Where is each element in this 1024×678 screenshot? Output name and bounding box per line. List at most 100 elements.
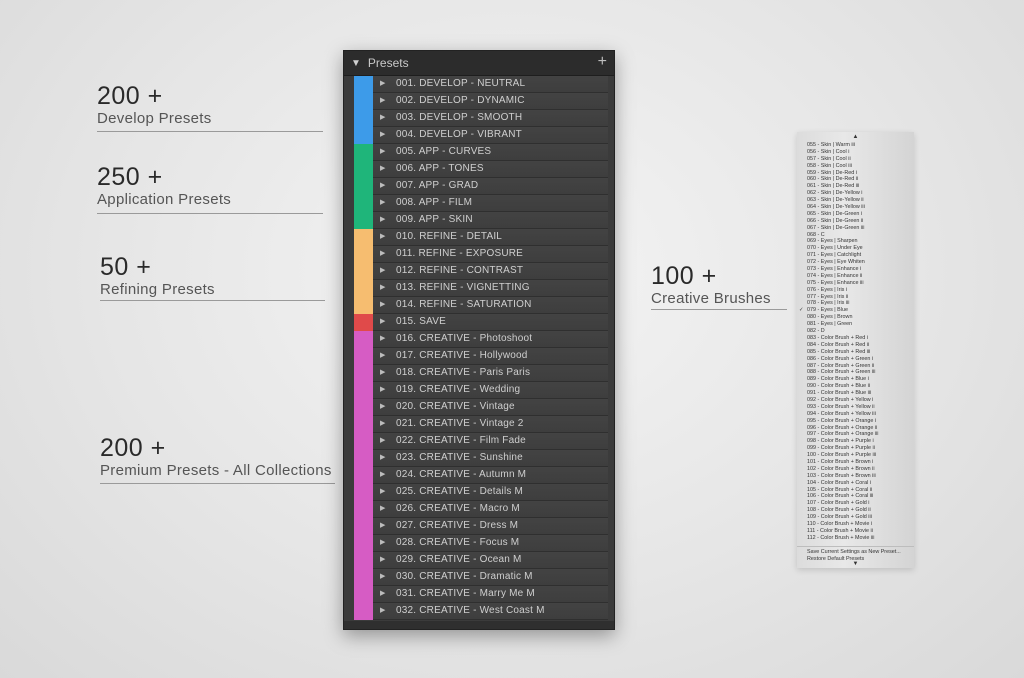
brush-menu-item[interactable]: 080 - Eyes | Brown: [797, 314, 914, 321]
brush-menu-item[interactable]: 105 - Color Brush + Coral ii: [797, 487, 914, 494]
brush-menu-item[interactable]: 092 - Color Brush + Yellow i: [797, 397, 914, 404]
brush-menu-item[interactable]: 095 - Color Brush + Orange i: [797, 418, 914, 425]
preset-folder-item[interactable]: ▶ 022. CREATIVE - Film Fade: [352, 433, 608, 450]
preset-folder-row[interactable]: ▶ 028. CREATIVE - Focus M: [373, 535, 608, 552]
disclosure-triangle-icon[interactable]: ▶: [380, 249, 385, 257]
preset-folder-row[interactable]: ▶ 019. CREATIVE - Wedding: [373, 382, 608, 399]
brush-menu-item[interactable]: 087 - Color Brush + Green ii: [797, 363, 914, 370]
presets-panel-header[interactable]: ▼ Presets +: [344, 51, 614, 76]
preset-folder-row[interactable]: ▶ 004. DEVELOP - VIBRANT: [373, 127, 608, 144]
brush-menu-item[interactable]: 081 - Eyes | Green: [797, 321, 914, 328]
disclosure-triangle-icon[interactable]: ▶: [380, 113, 385, 121]
brush-menu-item[interactable]: 062 - Skin | De-Yellow i: [797, 190, 914, 197]
brush-menu-item[interactable]: 077 - Eyes | Iris ii: [797, 294, 914, 301]
brush-menu-item[interactable]: 061 - Skin | De-Red iii: [797, 183, 914, 190]
brush-menu-item[interactable]: 078 - Eyes | Iris iii: [797, 300, 914, 307]
brush-menu-item[interactable]: 093 - Color Brush + Yellow ii: [797, 404, 914, 411]
disclosure-triangle-icon[interactable]: ▶: [380, 215, 385, 223]
brush-menu-item[interactable]: 073 - Eyes | Enhance i: [797, 266, 914, 273]
preset-folder-row[interactable]: ▶ 013. REFINE - VIGNETTING: [373, 280, 608, 297]
disclosure-triangle-icon[interactable]: ▶: [380, 198, 385, 206]
disclosure-triangle-icon[interactable]: ▶: [380, 436, 385, 444]
scroll-down-icon[interactable]: ▼: [797, 560, 914, 568]
preset-folder-item[interactable]: ▶ 030. CREATIVE - Dramatic M: [352, 569, 608, 586]
brush-menu-item[interactable]: 071 - Eyes | Catchlight: [797, 252, 914, 259]
preset-folder-item[interactable]: ▶ 024. CREATIVE - Autumn M: [352, 467, 608, 484]
brush-menu-item[interactable]: 108 - Color Brush + Gold ii: [797, 507, 914, 514]
disclosure-triangle-icon[interactable]: ▶: [380, 368, 385, 376]
disclosure-triangle-icon[interactable]: ▶: [380, 521, 385, 529]
preset-folder-row[interactable]: ▶ 029. CREATIVE - Ocean M: [373, 552, 608, 569]
preset-folder-row[interactable]: ▶ 022. CREATIVE - Film Fade: [373, 433, 608, 450]
brush-menu-item[interactable]: 075 - Eyes | Enhance iii: [797, 280, 914, 287]
preset-folder-row[interactable]: ▶ 009. APP - SKIN: [373, 212, 608, 229]
preset-folder-item[interactable]: ▶ 012. REFINE - CONTRAST: [352, 263, 608, 280]
disclosure-triangle-icon[interactable]: ▶: [380, 589, 385, 597]
preset-folder-item[interactable]: ▶ 004. DEVELOP - VIBRANT: [352, 127, 608, 144]
preset-folder-item[interactable]: ▶ 032. CREATIVE - West Coast M: [352, 603, 608, 620]
disclosure-triangle-icon[interactable]: ▶: [380, 504, 385, 512]
disclosure-triangle-icon[interactable]: ▶: [380, 164, 385, 172]
preset-folder-row[interactable]: ▶ 018. CREATIVE - Paris Paris: [373, 365, 608, 382]
brush-menu-item[interactable]: 060 - Skin | De-Red ii: [797, 176, 914, 183]
brush-menu-item[interactable]: 109 - Color Brush + Gold iii: [797, 514, 914, 521]
triangle-down-icon[interactable]: ▼: [351, 58, 361, 69]
brush-menu-item[interactable]: 086 - Color Brush + Green i: [797, 356, 914, 363]
brush-menu-item[interactable]: ✓ 079 - Eyes | Blue: [797, 307, 914, 314]
preset-folder-row[interactable]: ▶ 006. APP - TONES: [373, 161, 608, 178]
brush-menu-item[interactable]: 068 - C: [797, 232, 914, 239]
preset-folder-item[interactable]: ▶ 027. CREATIVE - Dress M: [352, 518, 608, 535]
brush-menu-item[interactable]: 089 - Color Brush + Blue i: [797, 376, 914, 383]
disclosure-triangle-icon[interactable]: ▶: [380, 572, 385, 580]
preset-folder-item[interactable]: ▶ 013. REFINE - VIGNETTING: [352, 280, 608, 297]
brush-menu-item[interactable]: 072 - Eyes | Eye Whiten: [797, 259, 914, 266]
brush-menu-item[interactable]: 112 - Color Brush + Movie iii: [797, 535, 914, 542]
preset-folder-row[interactable]: ▶ 017. CREATIVE - Hollywood: [373, 348, 608, 365]
preset-folder-row[interactable]: ▶ 021. CREATIVE - Vintage 2: [373, 416, 608, 433]
brush-menu-item[interactable]: 085 - Color Brush + Red iii: [797, 349, 914, 356]
preset-folder-item[interactable]: ▶ 006. APP - TONES: [352, 161, 608, 178]
preset-folder-row[interactable]: ▶ 031. CREATIVE - Marry Me M: [373, 586, 608, 603]
brush-menu-item[interactable]: 064 - Skin | De-Yellow iii: [797, 204, 914, 211]
preset-folder-row[interactable]: ▶ 025. CREATIVE - Details M: [373, 484, 608, 501]
disclosure-triangle-icon[interactable]: ▶: [380, 419, 385, 427]
preset-folder-row[interactable]: ▶ 005. APP - CURVES: [373, 144, 608, 161]
disclosure-triangle-icon[interactable]: ▶: [380, 130, 385, 138]
brush-menu-item[interactable]: 097 - Color Brush + Orange iii: [797, 431, 914, 438]
preset-folder-row[interactable]: ▶ 026. CREATIVE - Macro M: [373, 501, 608, 518]
preset-folder-item[interactable]: ▶ 021. CREATIVE - Vintage 2: [352, 416, 608, 433]
preset-folder-row[interactable]: ▶ 032. CREATIVE - West Coast M: [373, 603, 608, 620]
preset-folder-row[interactable]: ▶ 002. DEVELOP - DYNAMIC: [373, 93, 608, 110]
preset-folder-row[interactable]: ▶ 007. APP - GRAD: [373, 178, 608, 195]
disclosure-triangle-icon[interactable]: ▶: [380, 147, 385, 155]
brush-menu-item[interactable]: 065 - Skin | De-Green i: [797, 211, 914, 218]
disclosure-triangle-icon[interactable]: ▶: [380, 266, 385, 274]
preset-folder-row[interactable]: ▶ 012. REFINE - CONTRAST: [373, 263, 608, 280]
preset-folder-row[interactable]: ▶ 001. DEVELOP - NEUTRAL: [373, 76, 608, 93]
brush-menu-item[interactable]: 066 - Skin | De-Green ii: [797, 218, 914, 225]
preset-folder-item[interactable]: ▶ 031. CREATIVE - Marry Me M: [352, 586, 608, 603]
preset-folder-item[interactable]: ▶ 019. CREATIVE - Wedding: [352, 382, 608, 399]
preset-folder-row[interactable]: ▶ 011. REFINE - EXPOSURE: [373, 246, 608, 263]
disclosure-triangle-icon[interactable]: ▶: [380, 232, 385, 240]
preset-folder-row[interactable]: ▶ 020. CREATIVE - Vintage: [373, 399, 608, 416]
brush-menu-item[interactable]: 082 - D: [797, 328, 914, 335]
brush-menu-item[interactable]: 103 - Color Brush + Brown iii: [797, 473, 914, 480]
preset-folder-row[interactable]: ▶ 015. SAVE: [373, 314, 608, 331]
preset-folder-row[interactable]: ▶ 008. APP - FILM: [373, 195, 608, 212]
preset-folder-item[interactable]: ▶ 015. SAVE: [352, 314, 608, 331]
brush-menu-item[interactable]: 069 - Eyes | Sharpen: [797, 238, 914, 245]
brush-menu-item[interactable]: 090 - Color Brush + Blue ii: [797, 383, 914, 390]
brush-menu-item[interactable]: 074 - Eyes | Enhance ii: [797, 273, 914, 280]
preset-folder-item[interactable]: ▶ 005. APP - CURVES: [352, 144, 608, 161]
preset-folder-row[interactable]: ▶ 027. CREATIVE - Dress M: [373, 518, 608, 535]
preset-folder-item[interactable]: ▶ 009. APP - SKIN: [352, 212, 608, 229]
preset-folder-item[interactable]: ▶ 014. REFINE - SATURATION: [352, 297, 608, 314]
brush-menu-item[interactable]: 094 - Color Brush + Yellow iii: [797, 411, 914, 418]
brush-menu-item[interactable]: 110 - Color Brush + Movie i: [797, 521, 914, 528]
preset-folder-item[interactable]: ▶ 008. APP - FILM: [352, 195, 608, 212]
disclosure-triangle-icon[interactable]: ▶: [380, 334, 385, 342]
brush-menu-item[interactable]: 076 - Eyes | Iris i: [797, 287, 914, 294]
preset-folder-row[interactable]: ▶ 016. CREATIVE - Photoshoot: [373, 331, 608, 348]
preset-folder-item[interactable]: ▶ 007. APP - GRAD: [352, 178, 608, 195]
